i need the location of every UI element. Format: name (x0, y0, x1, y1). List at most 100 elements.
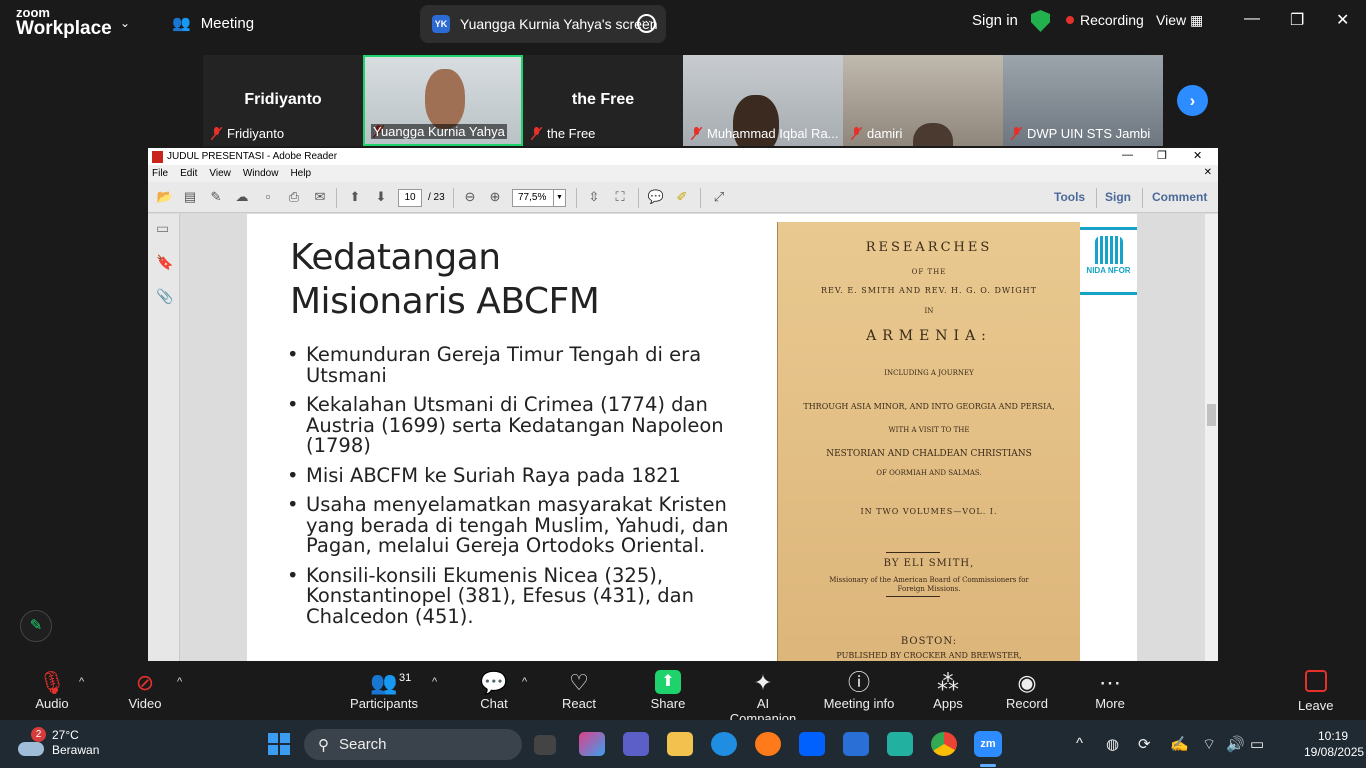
apps-button[interactable]: ⁂ Apps (928, 670, 968, 711)
sync-icon[interactable]: ⟳ (1138, 735, 1151, 753)
taskbar-search[interactable]: ⚲ Search (304, 729, 522, 760)
previous-page-icon[interactable]: ⬆ (346, 189, 364, 205)
edge-icon[interactable] (711, 732, 737, 756)
participant-tile[interactable]: the Free the Free (523, 55, 683, 146)
comment-button[interactable]: Comment (1152, 190, 1207, 204)
zoom-select[interactable]: 77,5% ▼ (512, 189, 566, 207)
leave-button[interactable]: Leave (1298, 670, 1333, 713)
meeting-info-button[interactable]: ⓘ Meeting info (823, 670, 895, 711)
zoom-out-icon[interactable]: ⊖ (461, 189, 479, 205)
chevron-up-icon[interactable]: ^ (1076, 735, 1083, 752)
highlight-icon[interactable]: ✐ (673, 189, 691, 205)
participant-tile[interactable]: damiri (843, 55, 1003, 146)
comment-icon[interactable]: 💬 (647, 189, 665, 205)
video-button[interactable]: ⊘ Video (126, 670, 164, 711)
chevron-up-icon[interactable]: ^ (177, 676, 182, 688)
restore-icon[interactable]: ❐ (1157, 149, 1167, 162)
upload-icon[interactable]: ☁ (233, 189, 251, 205)
close-icon[interactable]: ✕ (1336, 10, 1349, 30)
participant-tile[interactable]: DWP UIN STS Jambi (1003, 55, 1163, 146)
cover-text: BOSTON: (900, 636, 958, 647)
cover-text: INCLUDING A JOURNEY (884, 369, 974, 377)
chrome-icon[interactable] (931, 732, 957, 756)
task-view-icon[interactable] (534, 735, 556, 755)
menu-view[interactable]: View (209, 168, 231, 179)
menu-edit[interactable]: Edit (180, 168, 197, 179)
shield-icon[interactable] (1031, 10, 1050, 32)
chevron-down-icon[interactable]: ▼ (553, 190, 565, 206)
pdf-icon (152, 150, 163, 163)
participant-tile[interactable]: Yuangga Kurnia Yahya (363, 55, 523, 146)
chevron-up-icon[interactable]: ^ (522, 676, 527, 688)
more-button[interactable]: ⋯ More (1092, 670, 1128, 711)
save-icon[interactable]: ▫ (259, 189, 277, 205)
network-app-icon[interactable]: ◍ (1106, 735, 1119, 753)
screen-share-tab[interactable]: YK Yuangga Kurnia Yahya's screen ··· (420, 5, 666, 43)
menu-file[interactable]: File (152, 168, 168, 179)
pages-icon[interactable]: ▭ (156, 220, 172, 238)
chat-button[interactable]: 💬 Chat (476, 670, 512, 711)
share-button[interactable]: ⬆ Share (646, 670, 690, 711)
system-clock[interactable]: 10:19 19/08/2025 (1304, 728, 1364, 760)
file-explorer-icon[interactable] (667, 732, 693, 756)
volume-icon[interactable]: 🔊 (1226, 735, 1245, 753)
weather-widget[interactable]: 27°C Berawan (52, 728, 99, 758)
windows-start-icon[interactable] (268, 733, 290, 755)
participant-tile[interactable]: Fridiyanto Fridiyanto (203, 55, 363, 146)
page-number-input[interactable]: 10 (398, 189, 422, 207)
minimize-icon[interactable]: — (1122, 149, 1133, 161)
cover-text: THROUGH ASIA MINOR, AND INTO GEORGIA AND… (803, 402, 1055, 411)
react-button[interactable]: ♡ React (558, 670, 600, 711)
view-button[interactable]: View ▦ (1156, 12, 1203, 29)
dropbox-icon[interactable] (799, 732, 825, 756)
weather-cloud-icon[interactable] (18, 742, 44, 756)
sign-button[interactable]: Sign (1105, 190, 1131, 204)
attachment-icon[interactable]: 📎 (156, 288, 173, 306)
store-icon[interactable] (843, 732, 869, 756)
scrollbar-thumb[interactable] (1207, 404, 1216, 426)
close-icon[interactable]: ✕ (1193, 149, 1202, 162)
close-document-icon[interactable]: ✕ (1204, 167, 1212, 178)
email-icon[interactable]: ✉ (311, 189, 329, 205)
clock-time: 10:19 (1317, 729, 1348, 743)
next-page-icon[interactable]: ⬇ (372, 189, 390, 205)
audio-button[interactable]: 🎙 Audio (34, 670, 70, 711)
zoom-app-icon[interactable]: zm (974, 731, 1002, 757)
pen-icon[interactable]: ✍ (1170, 735, 1189, 753)
zoom-in-icon[interactable]: ⊕ (486, 189, 504, 205)
chevron-up-icon[interactable]: ^ (79, 676, 84, 688)
fit-width-icon[interactable]: ⛶ (611, 189, 629, 205)
menu-window[interactable]: Window (243, 168, 279, 179)
participant-tile[interactable]: Muhammad Iqbal Ra... (683, 55, 843, 146)
copilot-icon[interactable] (579, 732, 605, 756)
firefox-icon[interactable] (755, 732, 781, 756)
teams-icon[interactable] (623, 732, 649, 756)
book-cover-image: RESEARCHES OF THE REV. E. SMITH AND REV.… (777, 222, 1080, 661)
wifi-icon[interactable]: ⌔ (1202, 735, 1216, 754)
recording-indicator[interactable]: Recording (1066, 12, 1144, 28)
upload-app-icon[interactable] (887, 732, 913, 756)
fit-page-icon[interactable]: ⇳ (585, 189, 603, 205)
create-pdf-icon[interactable]: ▤ (181, 189, 199, 205)
menu-help[interactable]: Help (290, 168, 311, 179)
sign-in-button[interactable]: Sign in (972, 12, 1018, 29)
battery-icon[interactable]: ▭ (1250, 735, 1264, 753)
chevron-down-icon[interactable]: ⌄ (120, 16, 130, 30)
more-options-icon[interactable]: ··· (637, 14, 656, 33)
edit-icon[interactable]: ✎ (207, 189, 225, 205)
annotate-pencil-icon[interactable]: ✎ (20, 610, 52, 642)
cover-text: NESTORIAN AND CHALDEAN CHRISTIANS (826, 449, 1032, 459)
next-page-arrow-icon[interactable]: › (1177, 85, 1208, 116)
ai-companion-button[interactable]: ✦ AI Companion (722, 670, 804, 726)
restore-icon[interactable]: ❐ (1290, 10, 1304, 30)
bookmark-icon[interactable]: 🔖 (156, 254, 173, 272)
record-button[interactable]: ◉ Record (1005, 670, 1049, 711)
tools-button[interactable]: Tools (1054, 190, 1085, 204)
minimize-icon[interactable]: — (1244, 10, 1260, 28)
print-icon[interactable]: ⎙ (285, 189, 303, 205)
chevron-up-icon[interactable]: ^ (432, 676, 437, 688)
open-icon[interactable]: 📂 (156, 189, 174, 205)
meeting-tab[interactable]: 👥 Meeting (172, 14, 254, 33)
fullscreen-icon[interactable]: ⤢ (710, 189, 728, 205)
vertical-scrollbar[interactable] (1205, 214, 1218, 661)
